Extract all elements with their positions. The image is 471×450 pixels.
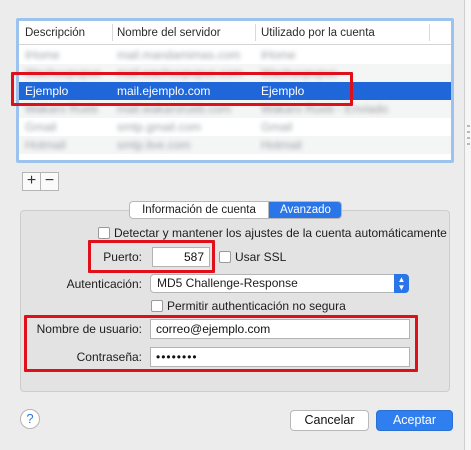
remove-server-button[interactable]: −	[40, 172, 59, 191]
row-account: Gmail	[261, 120, 293, 134]
column-header-description[interactable]: Descripción	[25, 27, 85, 39]
row-description: iHome	[25, 48, 60, 62]
port-highlight	[88, 240, 215, 273]
help-button[interactable]: ?	[20, 409, 40, 429]
use-ssl-label: Usar SSL	[235, 250, 287, 264]
column-header-used-by[interactable]: Utilizado por la cuenta	[261, 27, 375, 39]
row-server: mail.mandamimas.com	[117, 48, 241, 62]
allow-insecure-auth-checkbox[interactable]	[151, 300, 163, 312]
column-header-server[interactable]: Nombre del servidor	[117, 27, 221, 39]
table-header: Descripción Nombre del servidor Utilizad…	[19, 21, 451, 45]
cancel-button[interactable]: Cancelar	[290, 410, 369, 431]
row-server: smtp.live.com	[117, 138, 191, 152]
selected-row-highlight	[11, 72, 353, 106]
authentication-select[interactable]: MD5 Challenge-Response ▲ ▼	[150, 274, 409, 293]
accept-button[interactable]: Aceptar	[376, 410, 453, 431]
tab-account-info[interactable]: Información de cuenta	[130, 202, 269, 218]
background-window-edge	[464, 0, 471, 450]
row-account: Hotmail	[261, 138, 302, 152]
row-account: iHome	[261, 48, 296, 62]
tab-segmented-control: Información de cuenta Avanzado	[129, 201, 342, 219]
table-row[interactable]: Gmail smtp.gmail.com Gmail	[19, 118, 451, 136]
chevron-updown-icon: ▲ ▼	[394, 274, 409, 293]
row-description: Hotmail	[25, 138, 66, 152]
authentication-value: MD5 Challenge-Response	[157, 276, 298, 290]
tab-advanced[interactable]: Avanzado	[269, 202, 341, 218]
auto-detect-label: Detectar y mantener los ajustes de la cu…	[114, 226, 447, 240]
allow-insecure-auth-label: Permitir authenticación no segura	[167, 299, 346, 313]
row-description: Gmail	[25, 120, 57, 134]
table-row[interactable]: Hotmail smtp.live.com Hotmail	[19, 136, 451, 154]
table-row[interactable]: iHome mail.mandamimas.com iHome	[19, 46, 451, 64]
credentials-highlight	[24, 315, 418, 372]
row-server: smtp.gmail.com	[117, 120, 202, 134]
auto-detect-checkbox[interactable]	[98, 227, 110, 239]
authentication-label: Autenticación:	[66, 277, 142, 291]
use-ssl-checkbox[interactable]	[219, 251, 231, 263]
add-server-button[interactable]: +	[22, 172, 41, 191]
